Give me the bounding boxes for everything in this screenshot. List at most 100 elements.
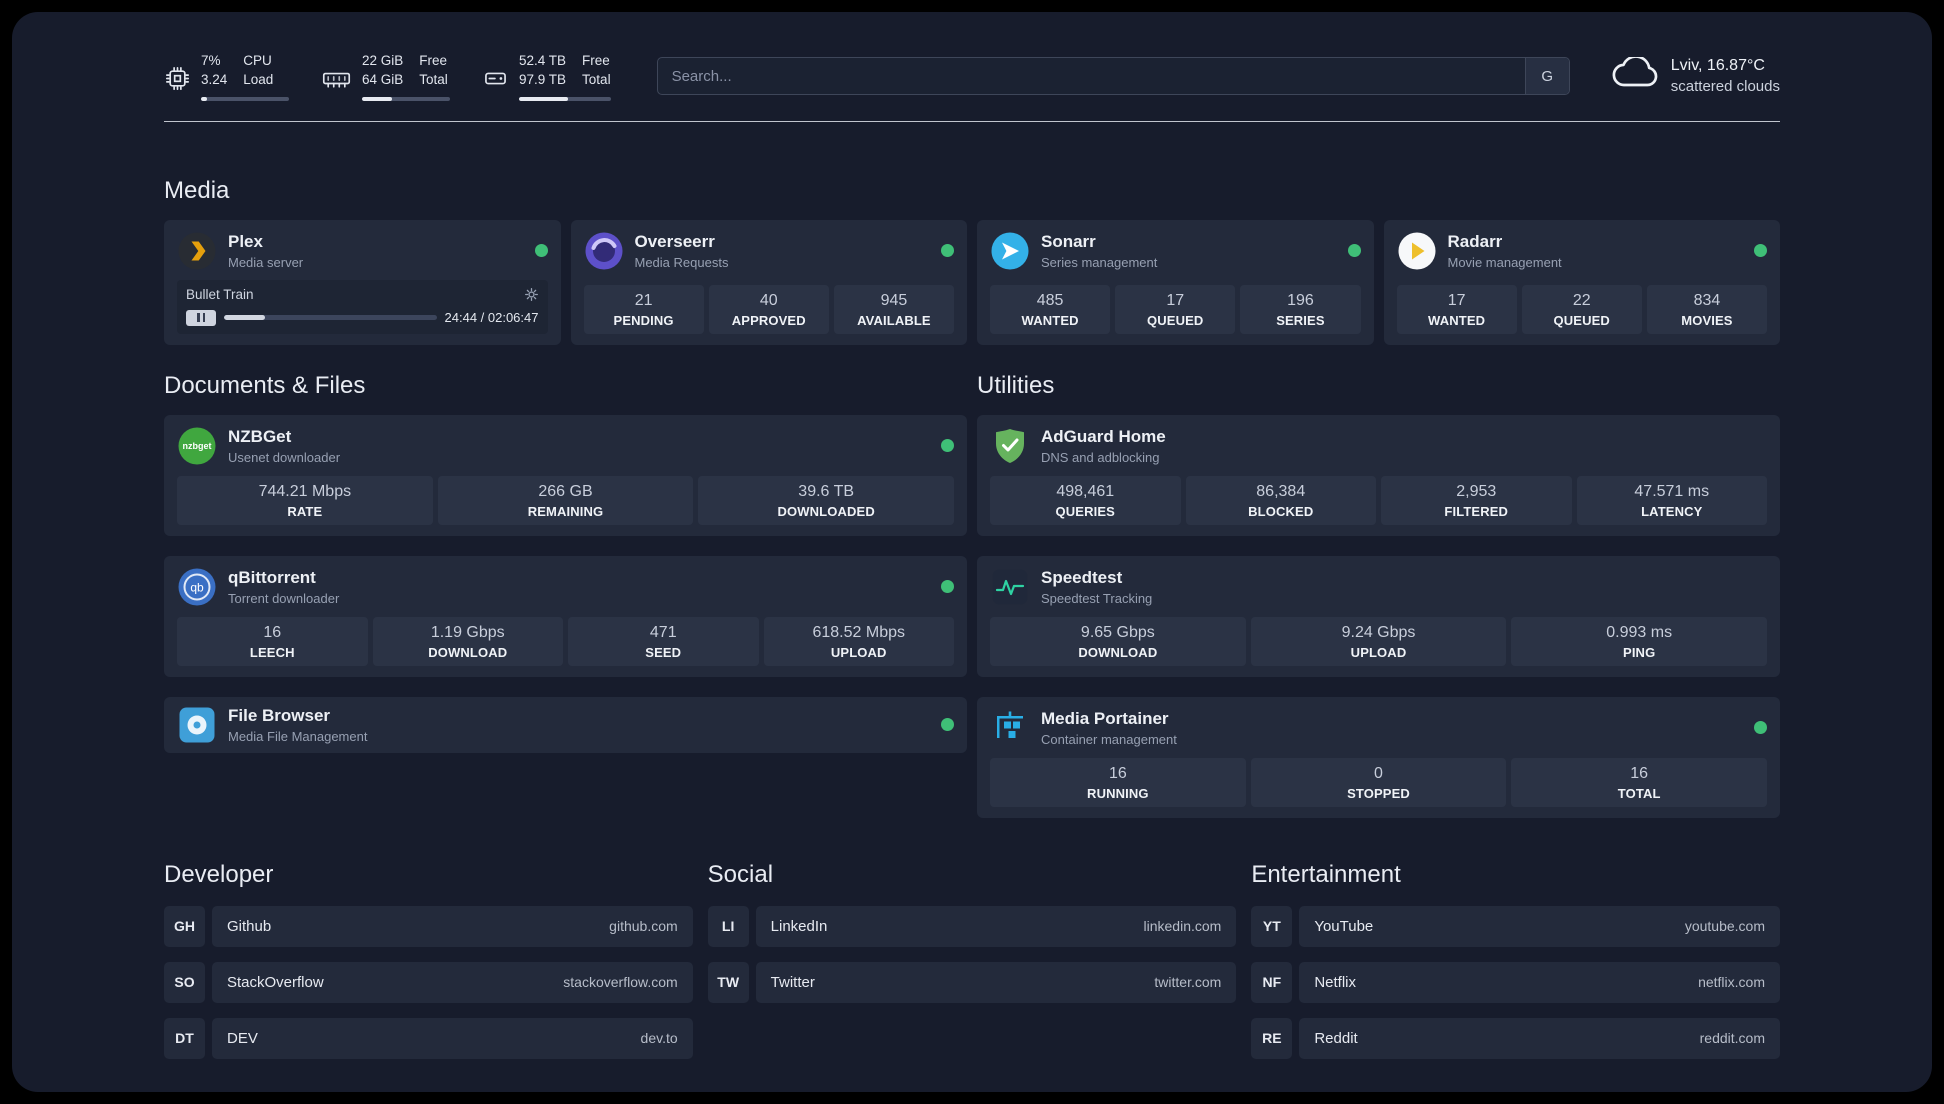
- stat-label: WANTED: [1428, 312, 1486, 328]
- section-utilities: Utilities AdGuard Home DNS and adblockin…: [977, 371, 1780, 818]
- bookmark-linkedin[interactable]: LI LinkedIn linkedin.com: [707, 905, 1237, 947]
- qbittorrent-icon: qb: [177, 567, 217, 607]
- app-name: Sonarr: [1041, 231, 1096, 251]
- stat-tile: 16 LEECH: [177, 616, 368, 666]
- stat-tile: 834 MOVIES: [1646, 284, 1768, 334]
- overseerr-icon: [584, 231, 624, 271]
- screen: 7% 3.24 CPU Load 22 GiB 64 GiB Free Tota…: [0, 0, 1944, 1104]
- app-desc: Usenet downloader: [228, 449, 341, 465]
- status-dot: [941, 244, 954, 258]
- header-divider: [164, 120, 1780, 122]
- app-name: Radarr: [1447, 231, 1503, 251]
- dashboard: 7% 3.24 CPU Load 22 GiB 64 GiB Free Tota…: [12, 12, 1932, 1092]
- sonarr-icon: [990, 231, 1030, 271]
- stat-label: QUEUED: [1553, 312, 1610, 328]
- cpu-label: CPU: [243, 53, 272, 68]
- section-title-media: Media: [164, 176, 230, 204]
- app-name: Plex: [228, 231, 263, 251]
- bookmark-url: dev.to: [640, 1030, 678, 1047]
- search-provider-button[interactable]: G: [1524, 58, 1569, 95]
- stat-label: WANTED: [1021, 312, 1079, 328]
- cpu-load-label: Load: [243, 71, 274, 87]
- app-name: qBittorrent: [228, 567, 316, 587]
- app-card-sonarr[interactable]: Sonarr Series management 485 WANTED 17 Q…: [977, 219, 1374, 345]
- stat-value: 17: [1447, 291, 1466, 309]
- app-card-adguard[interactable]: AdGuard Home DNS and adblocking 498,461 …: [977, 414, 1780, 536]
- playback-progress-bar[interactable]: [224, 315, 437, 321]
- app-name: File Browser: [228, 705, 331, 725]
- disk-icon: [482, 52, 509, 101]
- bookmark-url: youtube.com: [1684, 918, 1765, 935]
- app-card-plex[interactable]: Plex Media server Bullet Train 24:44 / 0…: [164, 219, 561, 345]
- bookmark-reddit[interactable]: RE Reddit reddit.com: [1251, 1017, 1780, 1059]
- stat-value: 17: [1166, 291, 1185, 309]
- section-documents: Documents & Files nzbget NZBGet Usenet d…: [164, 371, 967, 753]
- bookmark-name: Twitter: [770, 973, 815, 991]
- twitter-icon: TW: [707, 961, 749, 1003]
- bookmark-url: twitter.com: [1154, 974, 1222, 991]
- app-desc: Media server: [228, 254, 304, 270]
- stat-value: 0: [1374, 764, 1383, 782]
- stat-value: 86,384: [1256, 482, 1306, 500]
- search-input[interactable]: [657, 58, 1525, 95]
- svg-text:qb: qb: [190, 580, 204, 594]
- status-dot: [941, 580, 954, 594]
- bookmark-youtube[interactable]: YT YouTube youtube.com: [1251, 905, 1780, 947]
- stat-tile: 1.19 Gbps DOWNLOAD: [372, 616, 563, 666]
- linkedin-icon: LI: [707, 905, 749, 947]
- stat-tile: 16 TOTAL: [1511, 757, 1768, 807]
- pause-icon[interactable]: [186, 309, 216, 326]
- stat-tile: 17 QUEUED: [1115, 284, 1236, 334]
- stat-label: DOWNLOADED: [777, 503, 875, 519]
- app-card-portainer[interactable]: Media Portainer Container management 16 …: [977, 696, 1780, 818]
- storage-total-value: 97.9 TB: [519, 71, 567, 87]
- bookmark-github[interactable]: GH Github github.com: [164, 905, 693, 947]
- cloud-icon: [1612, 55, 1658, 95]
- media-card-grid: Plex Media server Bullet Train 24:44 / 0…: [164, 219, 1780, 345]
- app-name: Media Portainer: [1041, 708, 1169, 728]
- storage-free-value: 52.4 TB: [519, 53, 567, 68]
- bookmark-twitter[interactable]: TW Twitter twitter.com: [707, 961, 1237, 1003]
- stat-value: 22: [1572, 291, 1591, 309]
- app-card-speedtest[interactable]: Speedtest Speedtest Tracking 9.65 Gbps D…: [977, 555, 1780, 677]
- dev-icon: DT: [164, 1017, 205, 1059]
- app-desc: Media Requests: [634, 254, 729, 270]
- memory-total-value: 64 GiB: [362, 71, 404, 87]
- stat-label: APPROVED: [731, 312, 806, 328]
- svg-text:nzbget: nzbget: [183, 441, 212, 451]
- stat-value: 16: [1630, 764, 1649, 782]
- stat-label: DOWNLOAD: [1078, 644, 1158, 660]
- filebrowser-icon: [177, 705, 217, 745]
- app-card-nzbget[interactable]: nzbget NZBGet Usenet downloader 744.21 M…: [164, 414, 967, 536]
- bookmark-name: Github: [227, 917, 272, 935]
- stat-tile: 744.21 Mbps RATE: [177, 475, 433, 525]
- system-monitors: 7% 3.24 CPU Load 22 GiB 64 GiB Free Tota…: [164, 52, 643, 101]
- status-dot: [534, 244, 548, 258]
- stat-value: 485: [1036, 291, 1064, 309]
- app-name: AdGuard Home: [1041, 426, 1166, 446]
- stat-value: 47.571 ms: [1634, 482, 1710, 500]
- stat-tile: 9.24 Gbps UPLOAD: [1250, 616, 1507, 666]
- bookmark-url: linkedin.com: [1143, 918, 1222, 935]
- stat-tile: 471 SEED: [568, 616, 759, 666]
- section-media: Media Plex Media server Bullet Train 24:…: [164, 176, 1780, 345]
- stat-tile: 618.52 Mbps UPLOAD: [763, 616, 954, 666]
- weather-condition: scattered clouds: [1670, 78, 1780, 96]
- gear-icon[interactable]: [524, 287, 539, 302]
- stat-tile: 196 SERIES: [1240, 284, 1361, 334]
- app-card-overseerr[interactable]: Overseerr Media Requests 21 PENDING 40 A…: [570, 219, 967, 345]
- radarr-icon: [1397, 231, 1437, 271]
- app-card-radarr[interactable]: Radarr Movie management 17 WANTED 22 QUE…: [1383, 219, 1780, 345]
- memory-usage-bar: [362, 96, 450, 101]
- bookmark-stackoverflow[interactable]: SO StackOverflow stackoverflow.com: [164, 961, 693, 1003]
- bookmark-name: DEV: [227, 1029, 258, 1047]
- stat-value: 9.65 Gbps: [1080, 623, 1155, 641]
- bookmark-dev[interactable]: DT DEV dev.to: [164, 1017, 693, 1059]
- app-card-filebrowser[interactable]: File Browser Media File Management: [164, 696, 967, 753]
- app-card-qbittorrent[interactable]: qb qBittorrent Torrent downloader 16 LEE…: [164, 555, 967, 677]
- memory-free-value: 22 GiB: [362, 53, 404, 68]
- top-bar: 7% 3.24 CPU Load 22 GiB 64 GiB Free Tota…: [164, 12, 1780, 101]
- memory-total-label: Total: [419, 71, 448, 87]
- stat-value: 196: [1287, 291, 1314, 309]
- bookmark-netflix[interactable]: NF Netflix netflix.com: [1251, 961, 1780, 1003]
